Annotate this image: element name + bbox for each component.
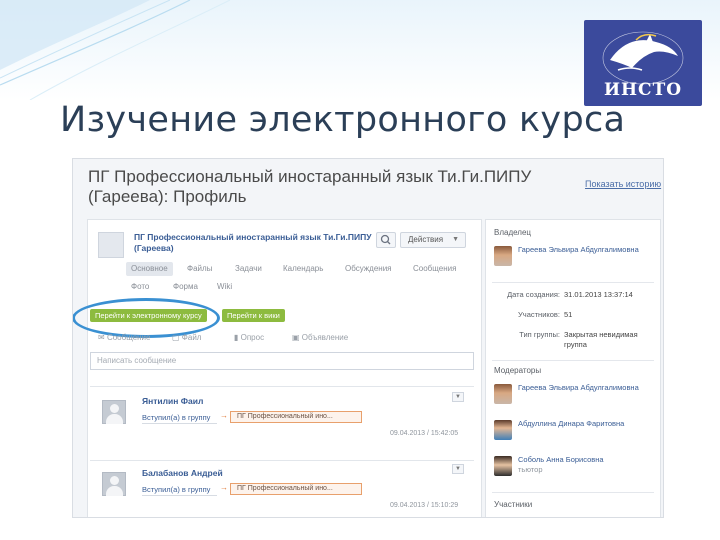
sidebar-divider xyxy=(492,282,654,283)
announcement-icon: ▣ xyxy=(292,333,302,342)
info-label: Участников: xyxy=(518,310,560,319)
post-tab-file-label: Файл xyxy=(181,333,202,342)
feed-timestamp: 09.04.2013 / 15:10:29 xyxy=(390,502,459,509)
moderator-photo xyxy=(494,384,512,404)
post-tab-poll-label: Опрос xyxy=(240,333,265,342)
moderator-photo xyxy=(494,420,512,440)
tab-tasks[interactable]: Задачи xyxy=(230,262,267,276)
info-value: 51 xyxy=(564,310,573,319)
message-input[interactable]: Написать сообщение xyxy=(90,352,474,370)
post-tab-announcement-label: Объявление xyxy=(301,333,349,342)
history-link[interactable]: Показать историю xyxy=(585,179,661,189)
tab-calendar[interactable]: Календарь xyxy=(278,262,328,276)
moderator-role: тьютор xyxy=(518,465,543,474)
feed-user-name[interactable]: Янтилин Фаил xyxy=(142,396,203,406)
chevron-down-icon: ▼ xyxy=(452,236,459,243)
feed-divider xyxy=(90,460,474,461)
insto-logo: ИНСТО xyxy=(584,20,702,106)
feed-item: ▼ Янтилин Фаил Вступил(а) в группу → ПГ … xyxy=(90,392,474,458)
moderator-entry: Гареева Эльвира Абдулгалимовна xyxy=(494,382,654,410)
message-icon: ✉ xyxy=(98,333,107,342)
post-tab-file[interactable]: ▢ Файл xyxy=(172,333,201,342)
slide-title: Изучение электронного курса xyxy=(60,100,626,140)
tab-messages[interactable]: Сообщения xyxy=(408,262,461,276)
feed-divider xyxy=(90,386,474,387)
post-tab-message-label: Сообщение xyxy=(106,333,151,342)
group-name-link[interactable]: ПГ Профессиональный иностаранный язык Ти… xyxy=(134,232,374,254)
owner-photo xyxy=(494,246,512,266)
group-tabs: Основное Файлы Задачи Календарь Обсужден… xyxy=(126,262,476,278)
search-icon xyxy=(380,234,391,245)
search-button[interactable] xyxy=(376,232,396,248)
feed-course-link[interactable]: ПГ Профессиональный ино... xyxy=(230,483,362,495)
owner-entry: Гареева Эльвира Абдулгалимовна xyxy=(494,244,654,272)
sidebar-divider xyxy=(492,360,654,361)
moderator-name-link[interactable]: Абдуллина Динара Фаритовна xyxy=(518,419,654,429)
tab-files[interactable]: Файлы xyxy=(182,262,217,276)
info-value: 31.01.2013 13:37:14 xyxy=(564,290,633,299)
info-label: Дата создания: xyxy=(507,290,560,299)
logo-text: ИНСТО xyxy=(603,80,683,100)
members-heading: Участники xyxy=(494,500,533,509)
feed-action: Вступил(а) в группу xyxy=(142,484,217,496)
post-type-tabs: ✉ Сообщение ▢ Файл ▮ Опрос ▣ Объявление xyxy=(92,333,476,347)
arrow-right-icon: → xyxy=(220,483,228,492)
group-avatar xyxy=(98,232,124,258)
tab-photo[interactable]: Фото xyxy=(126,280,154,294)
portal-screenshot: ПГ Профессиональный иностаранный язык Ти… xyxy=(72,158,664,518)
page-title: ПГ Профессиональный иностаранный язык Ти… xyxy=(88,167,532,206)
feed-timestamp: 09.04.2013 / 15:42:05 xyxy=(390,430,459,437)
feed-action: Вступил(а) в группу xyxy=(142,412,217,424)
tab-main[interactable]: Основное xyxy=(126,262,173,276)
moderator-name-link[interactable]: Соболь Анна Борисовна тьютор xyxy=(518,455,654,475)
feed-course-link[interactable]: ПГ Профессиональный ино... xyxy=(230,411,362,423)
poll-icon: ▮ xyxy=(234,333,241,342)
highlight-circle xyxy=(73,298,220,338)
moderator-entry: Соболь Анна Борисовна тьютор xyxy=(494,454,654,482)
chevron-down-icon[interactable]: ▼ xyxy=(452,464,464,474)
tab-discussions[interactable]: Обсуждения xyxy=(340,262,397,276)
chevron-down-icon[interactable]: ▼ xyxy=(452,392,464,402)
actions-dropdown[interactable]: Действия ▼ xyxy=(400,232,466,248)
moderator-photo xyxy=(494,456,512,476)
post-tab-message[interactable]: ✉ Сообщение xyxy=(98,333,150,342)
user-avatar xyxy=(102,400,126,424)
info-members: Участников: 51 xyxy=(494,310,659,324)
owner-heading: Владелец xyxy=(494,228,532,237)
feed-user-name[interactable]: Балабанов Андрей xyxy=(142,468,223,478)
feed-item: ▼ Балабанов Андрей Вступил(а) в группу →… xyxy=(90,464,474,517)
info-value: Закрытая невидимая группа xyxy=(564,330,638,349)
file-icon: ▢ xyxy=(172,333,182,342)
group-tabs-row2: Фото Форма Wiki xyxy=(126,280,476,294)
user-avatar xyxy=(102,472,126,496)
owner-name-link[interactable]: Гареева Эльвира Абдулгалимовна xyxy=(518,245,654,255)
post-tab-announcement[interactable]: ▣ Объявление xyxy=(292,333,348,342)
group-sidebar: Владелец Гареева Эльвира Абдулгалимовна … xyxy=(485,219,661,517)
arrow-right-icon: → xyxy=(220,411,228,420)
tab-form[interactable]: Форма xyxy=(168,280,203,294)
group-main-panel: ПГ Профессиональный иностаранный язык Ти… xyxy=(73,219,482,517)
moderators-heading: Модераторы xyxy=(494,366,542,375)
actions-label: Действия xyxy=(408,235,444,244)
info-created: Дата создания: 31.01.2013 13:37:14 xyxy=(494,290,659,304)
moderator-name-link[interactable]: Гареева Эльвира Абдулгалимовна xyxy=(518,383,654,393)
open-wiki-button[interactable]: Перейти к вики xyxy=(222,309,285,322)
sidebar-divider xyxy=(492,492,654,493)
post-tab-poll[interactable]: ▮ Опрос xyxy=(234,333,264,342)
info-label: Тип группы: xyxy=(519,330,560,339)
moderator-name: Соболь Анна Борисовна xyxy=(518,455,604,464)
info-type: Тип группы: Закрытая невидимая группа xyxy=(494,330,659,354)
tab-wiki[interactable]: Wiki xyxy=(212,280,237,294)
moderator-entry: Абдуллина Динара Фаритовна xyxy=(494,418,654,446)
